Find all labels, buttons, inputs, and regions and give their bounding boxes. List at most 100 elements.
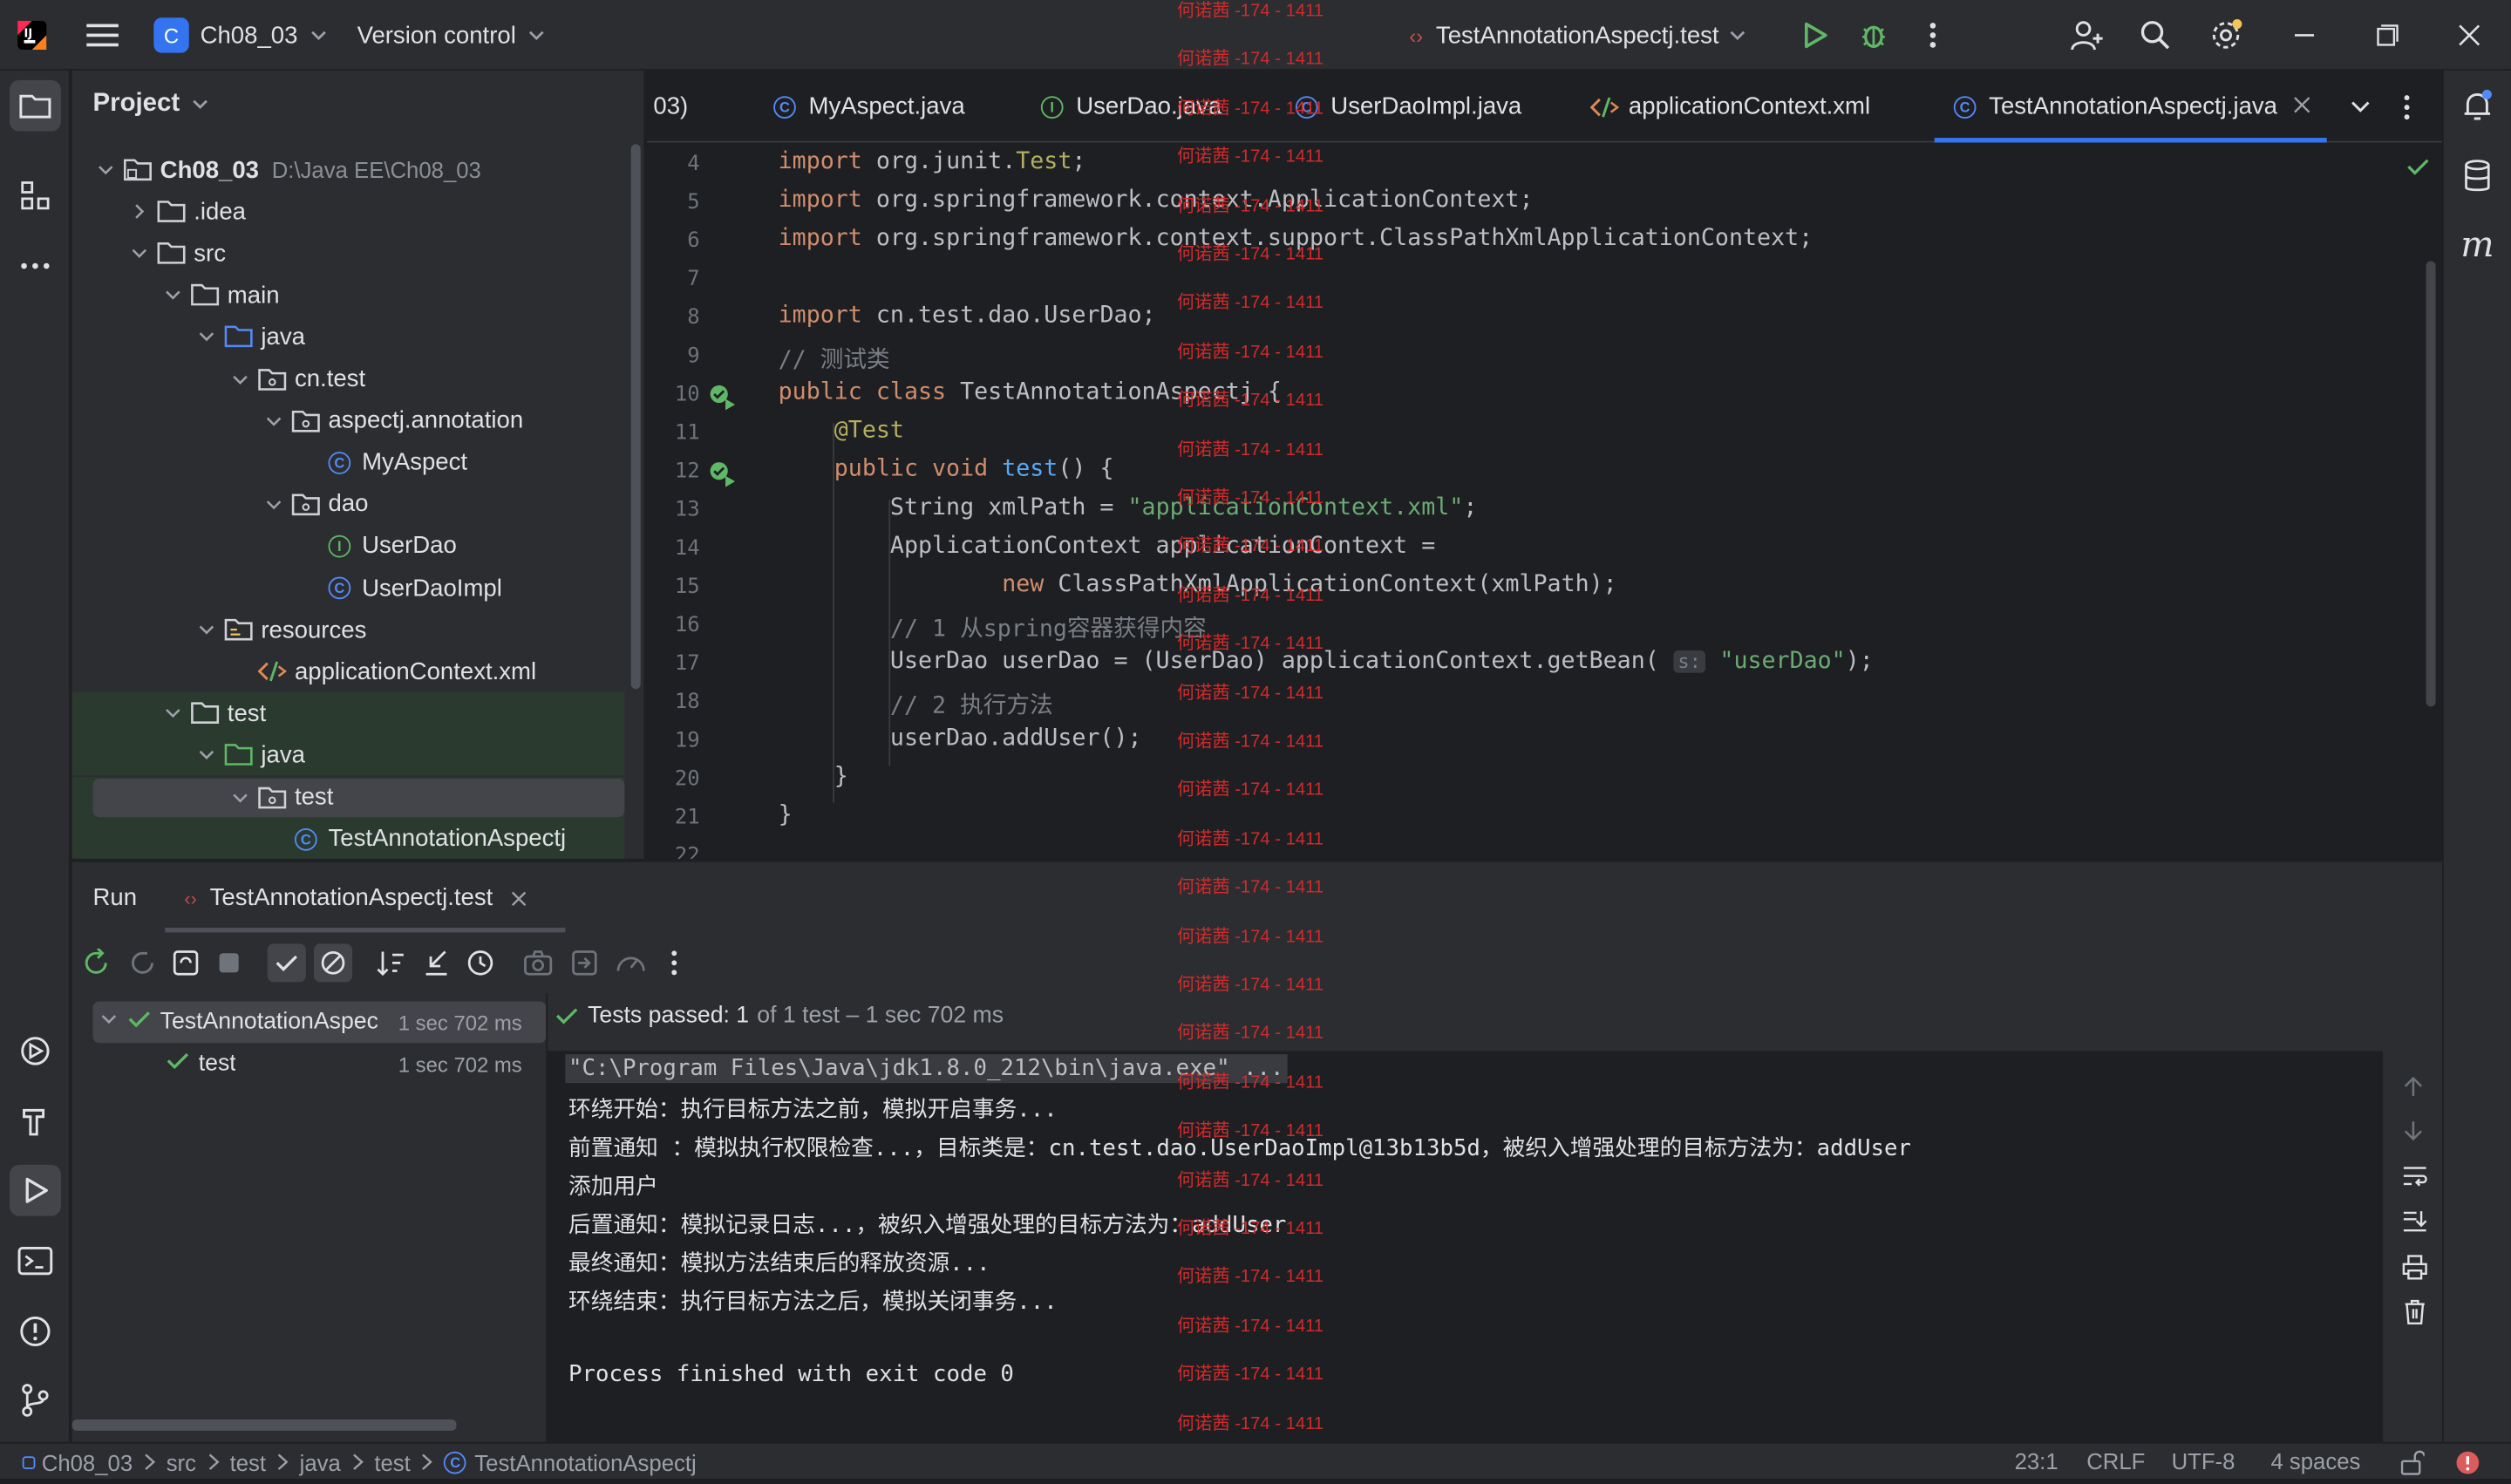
project-switcher[interactable]: C Ch08_03 <box>153 0 330 71</box>
rerun-failed-icon[interactable] <box>128 949 157 985</box>
search-icon[interactable] <box>2140 0 2172 71</box>
tree-item-testannotationaspectj[interactable]: C TestAnnotationAspectj <box>71 818 625 859</box>
chevron-right-icon[interactable] <box>128 201 151 223</box>
terminal-tool-button[interactable] <box>10 1236 61 1287</box>
run-more-icon[interactable] <box>670 949 679 985</box>
project-tool-button[interactable] <box>10 79 61 132</box>
breadcrumb-item[interactable]: C TestAnnotationAspectj <box>444 1450 697 1475</box>
clear-all-trash-icon[interactable] <box>2402 1299 2427 1333</box>
editor-tab-userdao-java[interactable]: I UserDao.java <box>1038 71 1221 143</box>
breadcrumb-item[interactable]: java <box>300 1450 341 1475</box>
tree-item-userdao[interactable]: I UserDao <box>72 525 625 567</box>
close-tab-icon[interactable] <box>2293 93 2310 120</box>
minimize-window-button[interactable] <box>2293 0 2316 71</box>
code-editor[interactable]: 4 import org.junit.Test; 5 import org.sprin… <box>647 142 2442 859</box>
structure-tool-button[interactable] <box>10 170 61 221</box>
test-tree-scrollbar[interactable] <box>71 1419 457 1431</box>
tab-list-chevron-down-icon[interactable] <box>2348 93 2373 127</box>
editor-tab-applicationcontext-xml[interactable]: applicationContext.xml <box>1589 71 1870 143</box>
test-node[interactable]: TestAnnotationAspec 1 sec 702 ms <box>92 1001 547 1044</box>
breadcrumb-item[interactable]: test <box>374 1450 410 1475</box>
notifications-tool-button[interactable] <box>2452 80 2503 132</box>
import-tests-icon[interactable] <box>570 949 599 985</box>
sort-alphabetically-icon[interactable] <box>377 949 405 985</box>
more-tools-icon[interactable] <box>10 241 61 292</box>
database-tool-button[interactable] <box>2452 151 2503 202</box>
project-panel-header[interactable]: Project <box>93 90 212 119</box>
tree-item-aspectj-annotation[interactable]: aspectj.annotation <box>72 400 625 442</box>
caret-position[interactable]: 23:1 <box>2015 1448 2058 1474</box>
rerun-icon[interactable] <box>82 947 111 985</box>
breadcrumb-item[interactable]: Ch08_03 <box>22 1450 133 1475</box>
chevron-down-icon[interactable] <box>229 786 252 808</box>
show-passed-icon[interactable] <box>267 943 306 983</box>
chevron-down-icon[interactable] <box>195 618 218 641</box>
toggle-auto-test-icon[interactable] <box>172 949 201 985</box>
history-icon[interactable] <box>466 949 494 985</box>
tab-more-icon[interactable] <box>2402 93 2412 130</box>
unlock-icon[interactable] <box>2399 1450 2426 1481</box>
camera-icon[interactable] <box>524 949 553 985</box>
tree-item-ch08-03[interactable]: Ch08_03 D:\Java EE\Ch08_03 <box>72 149 625 191</box>
run-tab[interactable]: ‹› TestAnnotationAspectj.test <box>184 884 528 912</box>
chevron-down-icon[interactable] <box>262 494 285 516</box>
run-button[interactable] <box>1800 0 1828 71</box>
run-test-gutter-icon[interactable] <box>708 383 737 418</box>
maven-tool-button[interactable]: m <box>2452 220 2503 271</box>
tree-item-test[interactable]: test <box>71 776 625 819</box>
git-tool-button[interactable] <box>10 1375 61 1426</box>
tree-item-userdaoimpl[interactable]: C UserDaoImpl <box>72 567 625 609</box>
run-tool-button[interactable] <box>10 1164 61 1216</box>
chevron-down-icon[interactable] <box>195 326 218 349</box>
settings-gear-icon[interactable] <box>2208 0 2243 71</box>
tree-item-myaspect[interactable]: C MyAspect <box>72 442 625 484</box>
chevron-down-icon[interactable] <box>195 744 218 766</box>
chevron-down-icon[interactable] <box>162 284 185 307</box>
collapse-all-icon[interactable] <box>421 949 450 985</box>
tree-item-dao[interactable]: dao <box>72 484 625 526</box>
breadcrumb-item[interactable]: src <box>167 1450 196 1475</box>
console-output[interactable]: "C:\Program Files\Java\jdk1.8.0_212\bin\… <box>548 1051 2384 1442</box>
editor-tab-03-[interactable]: 03) <box>653 71 688 143</box>
chevron-down-icon[interactable] <box>262 410 285 432</box>
breadcrumb-item[interactable]: test <box>230 1450 266 1475</box>
problems-tool-button[interactable] <box>10 1306 61 1358</box>
version-control-menu[interactable]: Version control <box>357 0 548 71</box>
soft-wrap-icon[interactable] <box>2402 1165 2427 1195</box>
tree-item-java[interactable]: java <box>72 317 625 358</box>
chevron-down-icon[interactable] <box>99 1010 119 1035</box>
run-test-gutter-icon[interactable] <box>708 459 737 494</box>
code-with-me-icon[interactable] <box>2069 0 2104 71</box>
tree-item-main[interactable]: main <box>72 275 625 317</box>
editor-tab-myaspect-java[interactable]: C MyAspect.java <box>770 71 965 143</box>
tree-item-applicationcontext-xml[interactable]: applicationContext.xml <box>72 650 625 692</box>
build-tool-button[interactable] <box>10 1096 61 1147</box>
scroll-down-icon[interactable] <box>2402 1120 2425 1150</box>
scroll-up-icon[interactable] <box>2402 1075 2425 1106</box>
chevron-down-icon[interactable] <box>128 242 151 265</box>
indent-setting[interactable]: 4 spaces <box>2270 1448 2360 1474</box>
print-icon[interactable] <box>2402 1255 2427 1289</box>
chevron-down-icon[interactable] <box>162 702 185 725</box>
tree-item--idea[interactable]: .idea <box>72 191 625 233</box>
file-encoding[interactable]: UTF-8 <box>2172 1448 2235 1474</box>
test-node[interactable]: test 1 sec 702 ms <box>93 1043 547 1085</box>
show-ignored-icon[interactable] <box>313 943 353 983</box>
main-menu-icon[interactable] <box>86 0 119 71</box>
tree-scrollbar[interactable] <box>630 144 641 690</box>
tree-item-src[interactable]: src <box>72 233 625 275</box>
tree-item-java[interactable]: java <box>71 734 625 777</box>
editor-tab-userdaoimpl-java[interactable]: C UserDaoImpl.java <box>1292 71 1521 143</box>
coverage-icon[interactable] <box>615 949 647 985</box>
run-config-selector[interactable]: ‹› TestAnnotationAspectj.test <box>1409 0 1749 71</box>
tree-item-cn-test[interactable]: cn.test <box>72 358 625 400</box>
close-window-button[interactable] <box>2458 0 2480 71</box>
editor-scrollbar[interactable] <box>2426 261 2436 707</box>
tree-item-test[interactable]: test <box>71 692 625 735</box>
line-separator[interactable]: CRLF <box>2086 1448 2145 1474</box>
close-tab-icon[interactable] <box>509 888 528 908</box>
chevron-down-icon[interactable] <box>94 159 117 181</box>
scroll-to-end-icon[interactable] <box>2402 1209 2427 1240</box>
restore-window-button[interactable] <box>2377 0 2399 71</box>
services-tool-button[interactable] <box>10 1025 61 1077</box>
